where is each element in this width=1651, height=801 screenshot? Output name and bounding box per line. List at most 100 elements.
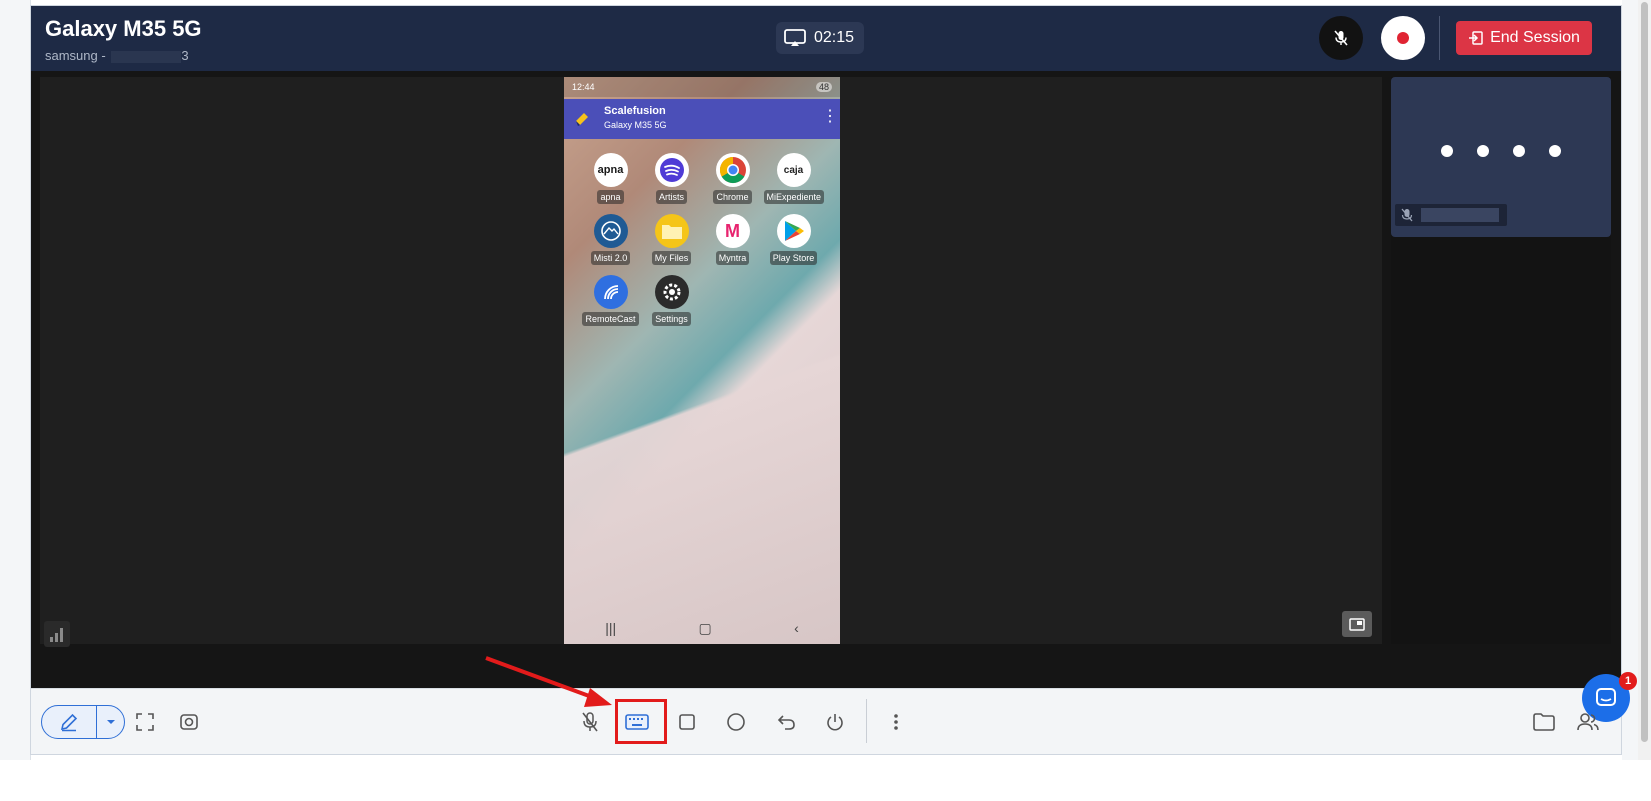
app-label: Misti 2.0 — [590, 251, 631, 265]
apna-icon: apna — [593, 153, 628, 187]
app-label: Chrome — [713, 190, 752, 204]
microphone-off-icon — [582, 712, 598, 732]
app-label: RemoteCast — [582, 312, 639, 326]
app-myntra[interactable]: M Myntra — [702, 214, 763, 265]
chrome-icon — [715, 153, 750, 187]
battery-indicator: 48 — [815, 82, 832, 92]
participants-panel — [1391, 77, 1611, 644]
app-name: Scalefusion — [604, 105, 666, 117]
exit-icon — [1469, 31, 1483, 45]
home-icon[interactable]: ▢ — [699, 620, 712, 637]
app-my-files[interactable]: My Files — [641, 214, 702, 265]
end-session-button[interactable]: End Session — [1456, 21, 1592, 55]
microphone-off-icon — [1334, 30, 1348, 46]
file-transfer-button[interactable] — [1528, 706, 1560, 738]
timer-value: 02:15 — [814, 29, 855, 46]
recents-icon[interactable]: ||| — [605, 620, 616, 636]
app-label: My Files — [651, 251, 692, 265]
power-icon — [827, 714, 843, 731]
app-miexpediente[interactable]: caja MiExpediente — [763, 153, 824, 204]
keyboard-highlight-box — [615, 699, 667, 744]
participant-avatar-placeholder — [1441, 145, 1561, 157]
remote-session-window: Galaxy M35 5G samsung - 3 02:15 End Sess… — [30, 5, 1622, 755]
chevron-down-icon — [106, 720, 115, 724]
app-menu-icon[interactable]: ⋮ — [822, 109, 838, 125]
connection-quality-indicator — [44, 621, 70, 647]
home-button[interactable] — [720, 706, 752, 738]
device-audio-toggle[interactable] — [574, 706, 606, 738]
app-misti[interactable]: Misti 2.0 — [580, 214, 641, 265]
picture-in-picture-button[interactable] — [1342, 611, 1372, 637]
participant-tile — [1391, 77, 1611, 237]
app-device-name: Galaxy M35 5G — [604, 120, 667, 130]
device-title: Galaxy M35 5G — [45, 16, 202, 41]
play-store-icon — [776, 214, 811, 248]
folder-icon — [654, 214, 689, 248]
camera-icon — [180, 714, 198, 730]
session-header: Galaxy M35 5G samsung - 3 02:15 End Sess… — [31, 6, 1621, 71]
scrollbar-thumb[interactable] — [1641, 2, 1648, 742]
remotecast-icon — [593, 275, 628, 309]
phone-nav-bar: ||| ▢ ‹ — [564, 612, 840, 644]
record-icon — [1397, 32, 1409, 44]
signal-bars-icon — [50, 628, 63, 642]
redacted-participant-name — [1421, 208, 1499, 222]
pip-icon — [1349, 617, 1365, 631]
participants-button[interactable] — [1572, 706, 1604, 738]
app-remotecast[interactable]: RemoteCast — [580, 275, 641, 326]
app-apna[interactable]: apna apna — [580, 153, 641, 204]
pen-tool-button[interactable] — [42, 706, 97, 738]
phone-status-bar: 12:44 48 — [564, 77, 840, 97]
square-icon — [679, 714, 695, 730]
app-chrome[interactable]: Chrome — [702, 153, 763, 204]
status-time: 12:44 — [572, 82, 595, 92]
end-session-label: End Session — [1490, 29, 1580, 46]
chat-unread-badge: 1 — [1619, 672, 1637, 690]
fullscreen-icon — [136, 713, 154, 731]
more-options-button[interactable] — [880, 706, 912, 738]
app-label: apna — [597, 190, 624, 204]
pen-options-dropdown[interactable] — [97, 706, 124, 738]
header-divider — [1439, 16, 1440, 60]
pen-icon — [60, 713, 78, 732]
app-label: MiExpediente — [763, 190, 824, 204]
participant-name-tag — [1395, 204, 1507, 226]
app-grid: apna apna Artists Chrome caja MiExpedien… — [580, 153, 832, 326]
kebab-menu-icon — [894, 714, 898, 730]
participant-muted-icon — [1401, 208, 1413, 222]
back-button[interactable] — [770, 706, 802, 738]
mute-microphone-button[interactable] — [1319, 16, 1363, 60]
power-button[interactable] — [819, 706, 851, 738]
app-label: Artists — [655, 190, 687, 204]
users-icon — [1577, 713, 1599, 731]
device-screen[interactable]: 12:44 48 Scalefusion Galaxy M35 5G ⋮ apn… — [564, 77, 840, 644]
app-label: Myntra — [715, 251, 750, 265]
app-play-store[interactable]: Play Store — [763, 214, 824, 265]
cast-screen-icon — [784, 29, 806, 46]
draw-tool-selector[interactable] — [41, 705, 125, 739]
toolbar-controls — [30, 687, 1622, 755]
scalefusion-app-bar: Scalefusion Galaxy M35 5G ⋮ — [564, 99, 840, 139]
app-settings[interactable]: Settings — [641, 275, 702, 326]
undo-arrow-icon — [777, 715, 795, 730]
app-label: Settings — [652, 312, 691, 326]
session-timer: 02:15 — [776, 22, 864, 54]
screenshot-button[interactable] — [173, 706, 205, 738]
scalefusion-logo-icon — [576, 113, 588, 126]
app-artists[interactable]: Artists — [641, 153, 702, 204]
toolbar-divider — [866, 699, 867, 743]
record-button[interactable] — [1381, 16, 1425, 60]
settings-icon — [654, 275, 689, 309]
circle-icon — [727, 713, 745, 731]
redacted-serial — [111, 50, 182, 63]
spotify-icon — [654, 153, 689, 187]
fullscreen-button[interactable] — [129, 706, 161, 738]
recent-apps-button[interactable] — [671, 706, 703, 738]
device-subtitle: samsung - 3 — [45, 48, 189, 63]
wallpaper — [564, 327, 840, 644]
back-icon[interactable]: ‹ — [794, 620, 799, 636]
device-manufacturer: samsung - — [45, 48, 110, 63]
serial-tail: 3 — [181, 48, 189, 63]
app-label: Play Store — [769, 251, 818, 265]
caja-icon: caja — [776, 153, 811, 187]
